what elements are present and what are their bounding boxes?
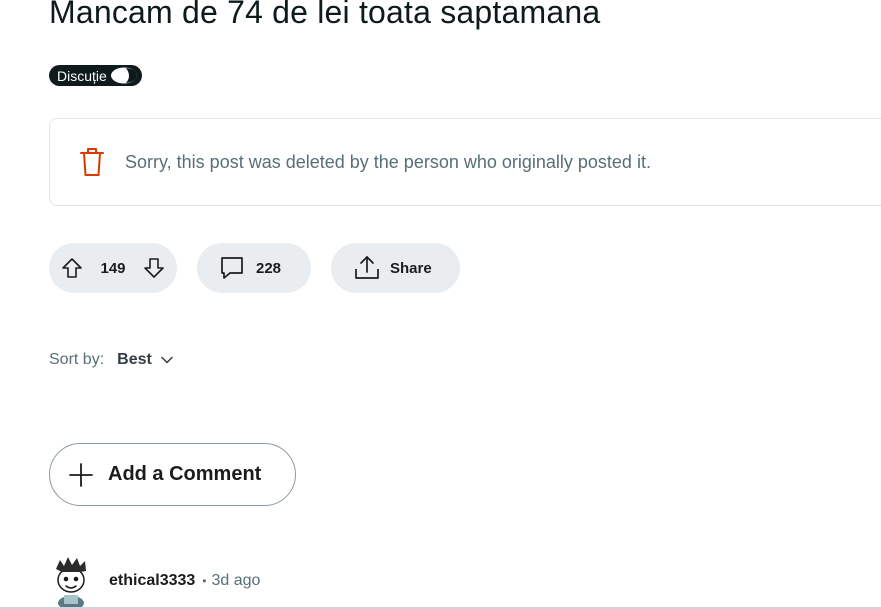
downvote-arrow-icon[interactable] — [143, 257, 165, 279]
sort-value[interactable]: Best — [117, 351, 152, 369]
comment-username[interactable]: ethical3333 — [109, 572, 195, 590]
add-comment-label: Add a Comment — [108, 463, 262, 485]
vote-count: 149 — [100, 259, 126, 277]
post-flair[interactable]: Discuție — [49, 65, 142, 86]
add-comment-button[interactable]: Add a Comment — [49, 443, 296, 506]
plus-icon — [69, 462, 93, 487]
sort-selector[interactable]: Sort by: Best — [49, 351, 173, 369]
separator-dot: • — [202, 574, 207, 588]
flair-emoji-icon — [110, 67, 137, 84]
post-page: Mancam de 74 de lei toata saptamana Disc… — [0, 0, 881, 609]
chevron-down-icon[interactable] — [161, 356, 173, 364]
share-label: Share — [390, 259, 432, 277]
sort-label: Sort by: — [49, 351, 105, 368]
speech-bubble-icon — [221, 257, 243, 279]
deleted-post-notice: Sorry, this post was deleted by the pers… — [49, 118, 881, 206]
upvote-arrow-icon[interactable] — [61, 257, 83, 279]
share-button[interactable]: Share — [331, 243, 460, 293]
share-upload-icon — [355, 256, 379, 279]
avatar[interactable] — [49, 555, 93, 607]
comment-count: 228 — [256, 259, 282, 277]
post-title: Mancam de 74 de lei toata saptamana — [49, 0, 601, 30]
comments-button[interactable]: 228 — [197, 243, 311, 293]
comment-header: ethical3333 • 3d ago — [49, 555, 260, 607]
trash-icon — [80, 148, 104, 176]
flair-label: Discuție — [57, 67, 107, 84]
vote-bar: 149 — [49, 243, 177, 293]
deleted-message: Sorry, this post was deleted by the pers… — [125, 152, 651, 172]
comment-time[interactable]: 3d ago — [211, 572, 260, 590]
